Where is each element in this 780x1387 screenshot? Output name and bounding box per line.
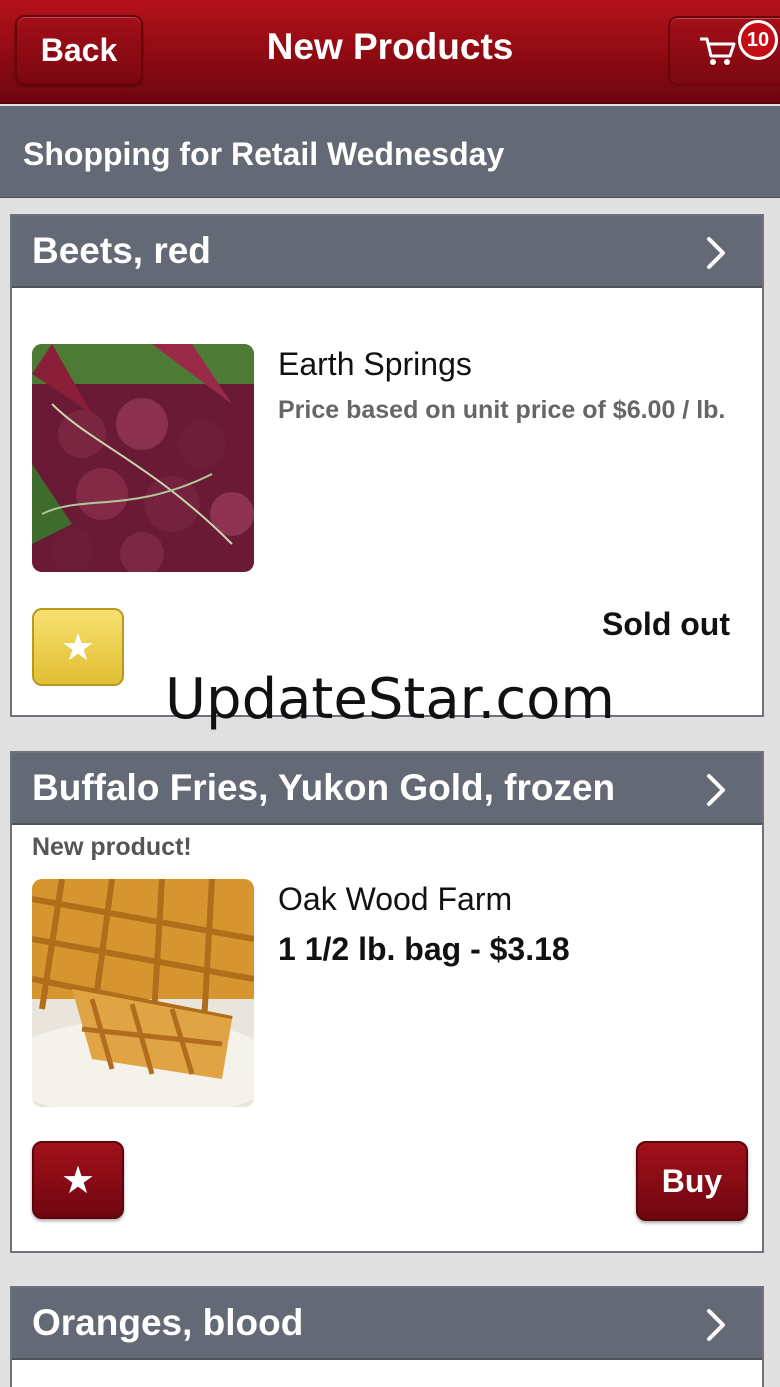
product-name: Buffalo Fries, Yukon Gold, frozen — [32, 767, 616, 808]
watermark-text: UpdateStar.com — [165, 667, 615, 732]
product-image[interactable] — [32, 344, 254, 572]
chevron-right-icon — [707, 237, 725, 269]
chevron-right-icon — [707, 774, 725, 806]
vendor-name: Earth Springs — [278, 346, 472, 382]
product-image[interactable] — [32, 879, 254, 1107]
product-card: Beets, red Earth Springs Price based on … — [10, 214, 764, 717]
cart-count-badge: 10 — [738, 20, 778, 60]
fries-image — [32, 879, 254, 1107]
page-title: New Products — [266, 26, 514, 67]
beets-image — [32, 344, 254, 572]
product-header[interactable]: Buffalo Fries, Yukon Gold, frozen — [12, 753, 762, 825]
star-icon: ★ — [60, 1159, 96, 1202]
vendor-name: Oak Wood Farm — [278, 881, 513, 917]
chevron-right-icon — [707, 1309, 725, 1341]
new-product-badge: New product! — [32, 833, 192, 861]
cart-icon — [700, 37, 736, 65]
shopping-context-bar: Shopping for Retail Wednesday — [0, 106, 780, 198]
shopping-context-label: Shopping for Retail Wednesday — [23, 136, 505, 172]
product-header[interactable]: Oranges, blood — [12, 1288, 762, 1360]
price-note: Price based on unit price of $6.00 / lb. — [278, 396, 726, 424]
favorite-button[interactable]: ★ — [32, 1141, 124, 1219]
top-nav-bar: Back New Products 10 — [0, 0, 780, 104]
buy-button[interactable]: Buy — [636, 1141, 748, 1221]
product-price: 1 1/2 lb. bag - $3.18 — [278, 931, 570, 967]
star-icon: ★ — [60, 626, 96, 669]
product-name: Beets, red — [32, 230, 211, 271]
product-card: Oranges, blood — [10, 1286, 764, 1387]
product-card: Buffalo Fries, Yukon Gold, frozen New pr… — [10, 751, 764, 1253]
product-name: Oranges, blood — [32, 1302, 304, 1343]
sold-out-label: Sold out — [602, 606, 730, 642]
product-header[interactable]: Beets, red — [12, 216, 762, 288]
